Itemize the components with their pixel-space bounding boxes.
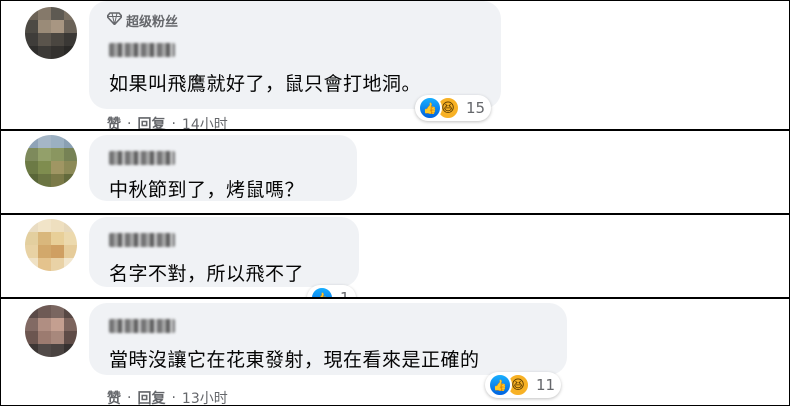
reaction-summary[interactable]: 👍 1 — [307, 285, 356, 298]
comment-panel-3: 名字不對，所以飛不了 👍 1 — [0, 214, 790, 298]
like-link[interactable]: 赞 — [107, 388, 121, 405]
avatar[interactable] — [25, 135, 77, 187]
comment-text: 名字不對，所以飛不了 — [109, 263, 305, 285]
avatar[interactable] — [25, 305, 77, 357]
comment-bubble: 名字不對，所以飛不了 — [89, 217, 359, 287]
like-reaction-icon: 👍 — [488, 373, 512, 397]
commenter-name[interactable] — [109, 43, 175, 57]
reaction-summary[interactable]: 👍 😆 15 — [415, 95, 492, 121]
timestamp[interactable]: 13小时 — [182, 388, 228, 405]
timestamp[interactable]: 14小时 — [182, 114, 228, 129]
comment-actions: 赞 · 回复 · 14小时 — [107, 114, 228, 130]
avatar[interactable] — [25, 219, 77, 271]
like-reaction-icon: 👍 — [310, 286, 334, 297]
reaction-count: 1 — [340, 289, 350, 298]
comment-bubble: 中秋節到了，烤鼠嗎？ — [89, 135, 357, 201]
top-fan-badge: 超级粉丝 — [105, 10, 179, 30]
reaction-summary[interactable]: 👍 😆 11 — [485, 372, 562, 398]
like-reaction-icon: 👍 — [418, 96, 442, 120]
commenter-name[interactable] — [109, 233, 175, 247]
commenter-name[interactable] — [109, 319, 175, 333]
comment-panel-4: 當時沒讓它在花東發射，現在看來是正確的 👍 😆 11 赞 · 回复 · 13小时 — [0, 298, 790, 406]
like-link[interactable]: 赞 — [107, 114, 121, 129]
separator-dot: · — [127, 116, 132, 130]
separator-dot: · — [171, 116, 176, 130]
comment-bubble: 超级粉丝 如果叫飛鷹就好了，鼠只會打地洞。 — [89, 1, 501, 109]
diamond-icon — [105, 11, 124, 29]
reaction-count: 15 — [466, 99, 486, 117]
comment-bubble: 當時沒讓它在花東發射，現在看來是正確的 — [89, 303, 567, 375]
reply-link[interactable]: 回复 — [137, 388, 165, 405]
comment-actions: 赞 · 回复 · 13小时 — [107, 388, 228, 406]
comment-text: 中秋節到了，烤鼠嗎？ — [109, 179, 305, 201]
comment-text: 當時沒讓它在花東發射，現在看來是正確的 — [109, 349, 480, 371]
separator-dot: · — [127, 390, 132, 406]
avatar[interactable] — [25, 7, 77, 59]
separator-dot: · — [171, 390, 176, 406]
reaction-count: 11 — [536, 376, 556, 394]
comment-panel-1: 超级粉丝 如果叫飛鷹就好了，鼠只會打地洞。 👍 😆 15 赞 · 回复 · 14… — [0, 0, 790, 130]
badge-label: 超级粉丝 — [126, 14, 179, 30]
reply-link[interactable]: 回复 — [137, 114, 165, 129]
commenter-name[interactable] — [109, 151, 175, 165]
comment-text: 如果叫飛鷹就好了，鼠只會打地洞。 — [109, 73, 422, 95]
comment-panel-2: 中秋節到了，烤鼠嗎？ — [0, 130, 790, 214]
